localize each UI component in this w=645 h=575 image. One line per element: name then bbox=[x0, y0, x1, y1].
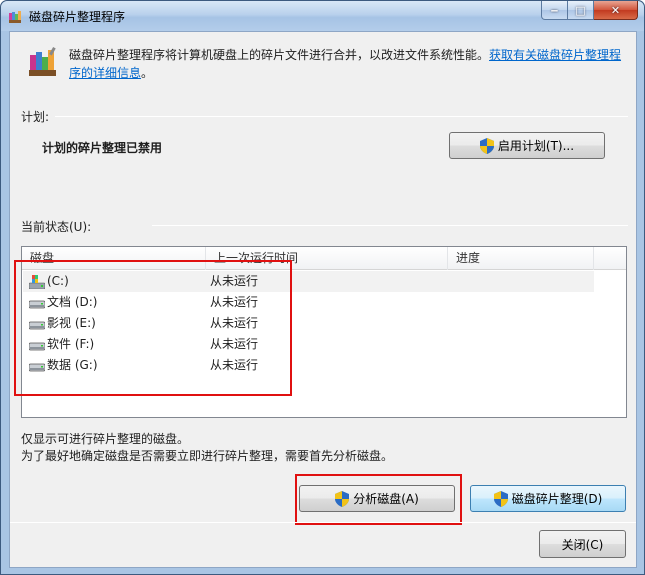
window-title: 磁盘碎片整理程序 bbox=[29, 10, 126, 24]
defrag-window: 磁盘碎片整理程序 ‒ □ ✕ 磁盘碎片整理程序将计算机硬盘上的碎片文件进行合并，… bbox=[0, 0, 645, 575]
close-button-label: 关闭(C) bbox=[561, 537, 604, 552]
intro-suffix: 。 bbox=[141, 66, 154, 80]
note-analyze-first: 为了最好地确定磁盘是否需要立即进行碎片整理，需要首先分析磁盘。 bbox=[21, 449, 394, 463]
intro-description: 磁盘碎片整理程序将计算机硬盘上的碎片文件进行合并，以改进文件系统性能。 bbox=[69, 48, 490, 62]
intro-text: 磁盘碎片整理程序将计算机硬盘上的碎片文件进行合并，以改进文件系统性能。获取有关磁… bbox=[69, 46, 629, 82]
schedule-status: 计划的碎片整理已禁用 bbox=[42, 141, 163, 155]
close-button[interactable]: 关闭(C) bbox=[539, 530, 626, 558]
enable-schedule-button[interactable]: 启用计划(T)... bbox=[449, 132, 605, 159]
status-separator bbox=[152, 225, 628, 226]
minimize-button[interactable]: ‒ bbox=[541, 1, 568, 20]
disk-highlight-box bbox=[14, 260, 292, 396]
analyze-highlight-box bbox=[295, 474, 462, 525]
maximize-button[interactable]: □ bbox=[568, 1, 594, 20]
minimize-icon: ‒ bbox=[550, 3, 559, 17]
schedule-separator bbox=[55, 116, 628, 117]
caption-buttons: ‒ □ ✕ bbox=[541, 1, 638, 21]
uac-shield-icon bbox=[493, 490, 508, 507]
enable-schedule-label: 启用计划(T)... bbox=[497, 139, 575, 153]
uac-shield-icon bbox=[479, 137, 494, 154]
defragment-disk-button[interactable]: 磁盘碎片整理(D) bbox=[470, 485, 626, 512]
schedule-label: 计划: bbox=[21, 110, 50, 124]
defrag-app-icon bbox=[9, 11, 21, 23]
close-icon: ✕ bbox=[610, 3, 621, 17]
close-window-button[interactable]: ✕ bbox=[594, 1, 638, 20]
maximize-icon: □ bbox=[575, 3, 586, 17]
defragment-disk-label: 磁盘碎片整理(D) bbox=[511, 492, 603, 506]
current-status-label: 当前状态(U): bbox=[21, 220, 92, 234]
column-progress[interactable]: 进度 bbox=[448, 247, 594, 270]
client-area: 磁盘碎片整理程序将计算机硬盘上的碎片文件进行合并，以改进文件系统性能。获取有关磁… bbox=[9, 31, 637, 568]
defrag-large-icon bbox=[29, 47, 56, 76]
footer-separator bbox=[10, 522, 636, 523]
note-defraggable-only: 仅显示可进行碎片整理的磁盘。 bbox=[21, 432, 190, 446]
title-bar[interactable]: 磁盘碎片整理程序 ‒ □ ✕ bbox=[1, 1, 644, 31]
